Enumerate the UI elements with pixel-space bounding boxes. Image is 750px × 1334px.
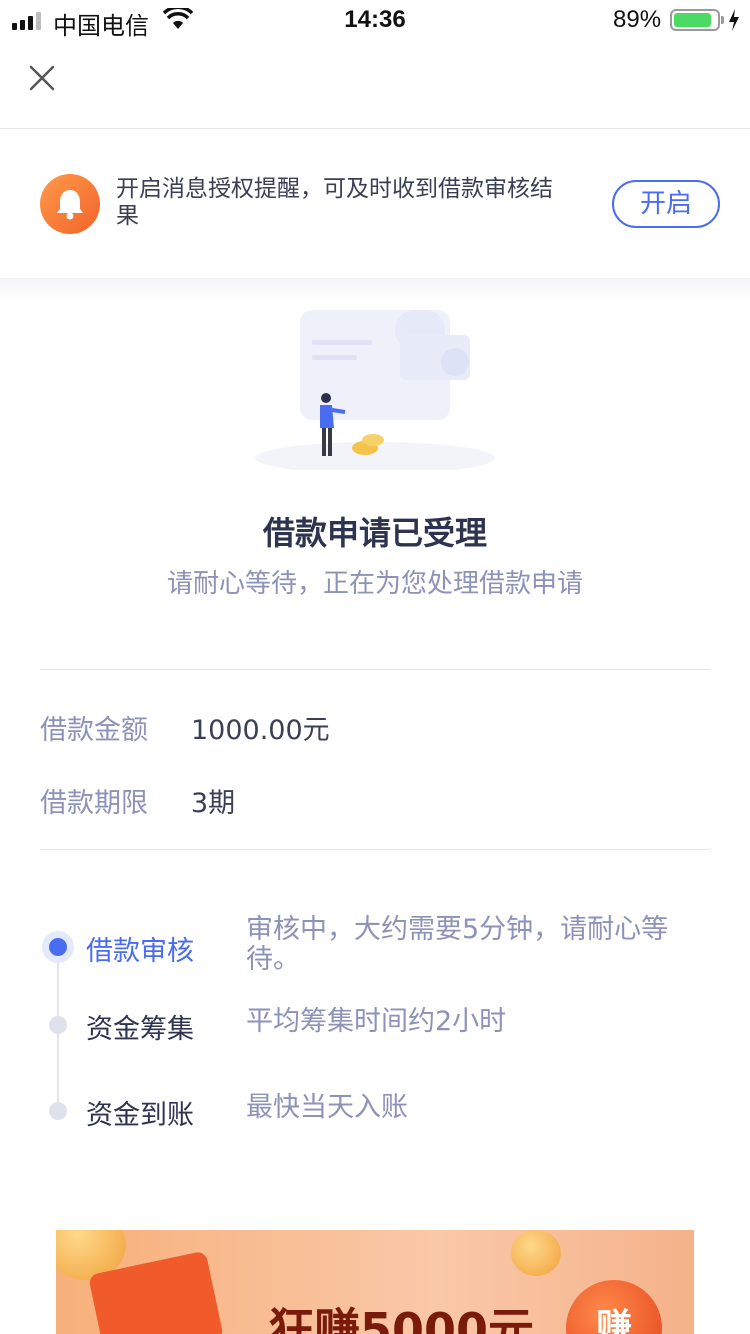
loan-term-label: 借款期限 — [40, 788, 148, 819]
promo-banner[interactable]: 狂赚5000元 赚 — [56, 1230, 694, 1334]
step-name: 资金筹集 — [86, 1014, 194, 1045]
step-indicator — [49, 1016, 67, 1034]
battery-cap — [721, 16, 724, 24]
step-name: 借款审核 — [86, 936, 194, 967]
bell-icon — [40, 174, 100, 234]
processing-illustration — [255, 310, 495, 470]
step-description: 最快当天入账 — [246, 1092, 408, 1123]
loan-term-value: 3期 — [191, 788, 236, 819]
step-description: 审核中，大约需要5分钟，请耐心等待。 — [246, 914, 669, 975]
divider — [40, 669, 710, 670]
promo-text: 狂赚5000元 — [268, 1303, 535, 1334]
notice-text: 开启消息授权提醒，可及时收到借款审核结果 — [116, 176, 553, 229]
promo-badge: 赚 — [566, 1280, 662, 1334]
loan-amount-label: 借款金额 — [40, 715, 148, 746]
result-subtitle: 请耐心等待，正在为您处理借款申请 — [166, 569, 583, 599]
step-name: 资金到账 — [86, 1100, 194, 1131]
nav-bar — [0, 40, 750, 129]
coin-decoration — [511, 1230, 561, 1276]
notification-banner: 开启消息授权提醒，可及时收到借款审核结果 开启 — [0, 130, 750, 280]
battery-percent: 89% — [613, 6, 662, 33]
step-indicator-active — [42, 931, 74, 963]
step-indicator — [49, 1102, 67, 1120]
close-icon[interactable] — [26, 62, 58, 94]
charging-icon — [729, 9, 739, 31]
result-title: 借款申请已受理 — [262, 514, 487, 552]
divider — [40, 849, 710, 850]
loan-amount-value: 1000.00元 — [191, 715, 330, 746]
enable-notification-button[interactable]: 开启 — [612, 180, 720, 228]
banner-shadow — [0, 278, 750, 302]
step-description: 平均筹集时间约2小时 — [246, 1006, 507, 1037]
battery-icon — [670, 9, 720, 31]
status-bar: 中国电信 14:36 89% — [0, 0, 750, 40]
battery-fill — [674, 13, 712, 27]
